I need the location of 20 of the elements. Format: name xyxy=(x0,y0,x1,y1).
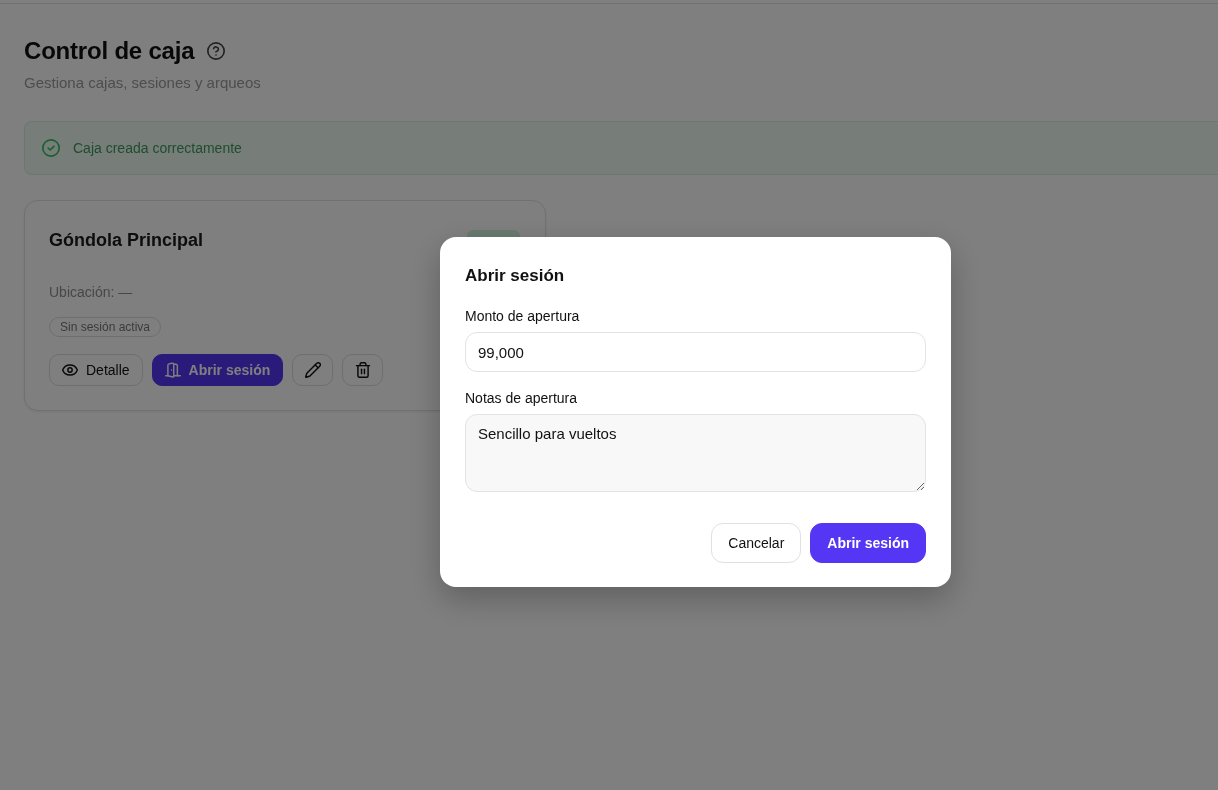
submit-button[interactable]: Abrir sesión xyxy=(810,523,926,563)
notes-textarea[interactable]: Sencillo para vueltos xyxy=(465,414,926,492)
trash-icon xyxy=(354,362,371,378)
page-title: Control de caja xyxy=(24,36,195,66)
edit-button[interactable] xyxy=(292,354,334,386)
card-title: Góndola Principal xyxy=(49,229,204,252)
eye-icon xyxy=(62,362,78,378)
amount-input[interactable]: 99,000 xyxy=(465,332,926,372)
delete-button[interactable] xyxy=(342,354,384,386)
cancel-button[interactable]: Cancelar xyxy=(711,523,802,563)
alert-message: Caja creada correctamente xyxy=(73,139,242,158)
field-label: Notas de apertura xyxy=(465,389,578,408)
door-icon xyxy=(164,362,181,378)
field-label: Monto de apertura xyxy=(465,307,580,326)
detail-button[interactable]: Detalle xyxy=(49,354,143,386)
help-icon xyxy=(207,42,226,60)
dialog-title: Abrir sesión xyxy=(465,265,565,287)
check-circle-icon xyxy=(42,139,60,157)
location-text: Ubicación: — xyxy=(49,283,133,302)
pencil-icon xyxy=(304,362,321,378)
